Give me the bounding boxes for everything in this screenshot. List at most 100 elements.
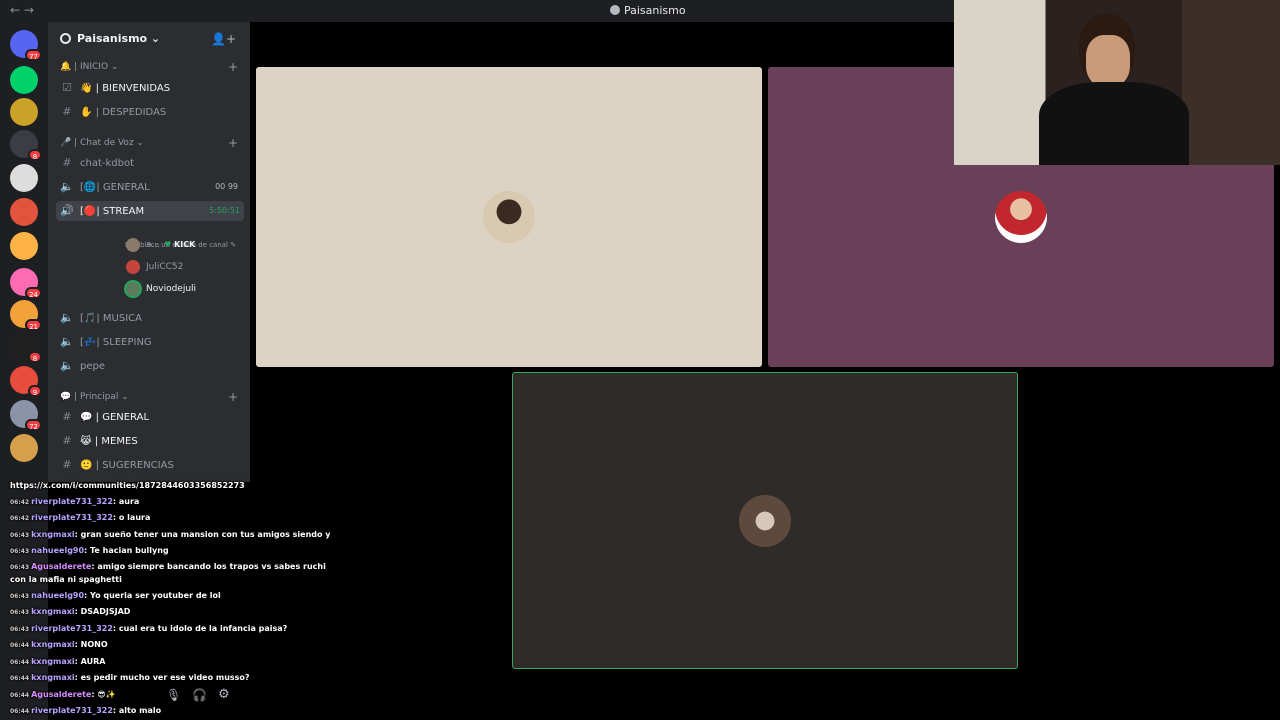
- settings-gear-icon[interactable]: ⚙: [218, 687, 230, 702]
- add-channel-icon[interactable]: +: [228, 60, 238, 74]
- avatar: [739, 494, 791, 547]
- server-icon[interactable]: 24: [10, 268, 42, 299]
- chat-text: : Yo queria ser youtuber de lol: [84, 590, 221, 600]
- chat-username: nahueelg90: [31, 546, 85, 555]
- chat-message: 06:42 riverplate731_322: o laura: [0, 510, 330, 527]
- participant-tile-speaking[interactable]: [512, 372, 1018, 669]
- microphone-icon[interactable]: 🎙: [166, 688, 181, 702]
- chat-timestamp: 06:44: [10, 642, 30, 649]
- voice-member[interactable]: Noviodejuli: [126, 281, 196, 297]
- voice-member[interactable]: a...KICK: [126, 237, 195, 253]
- hash-icon: #: [62, 105, 72, 118]
- server-icon[interactable]: 21: [10, 300, 42, 331]
- chat-message: 06:43 riverplate731_322: cual era tu idol…: [0, 621, 330, 638]
- server-icon[interactable]: 8: [10, 332, 42, 363]
- speaker-icon: 🔈: [60, 335, 74, 348]
- chat-timestamp: 06:43: [10, 531, 30, 539]
- server-icon[interactable]: 9: [10, 366, 42, 397]
- speaker-icon: 🔈: [60, 180, 74, 193]
- avatar: [126, 281, 140, 296]
- server-icon[interactable]: 77: [10, 30, 42, 61]
- chat-timestamp: 06:42: [10, 498, 30, 506]
- channel-sugerencias[interactable]: # 🙂 | SUGERENCIAS: [56, 455, 244, 475]
- invite-icon[interactable]: 👤+: [211, 32, 236, 46]
- server-icon[interactable]: [10, 434, 38, 462]
- chat-timestamp: 06:43: [10, 563, 30, 571]
- chat-username: riverplate731_322: [31, 496, 113, 506]
- server-icon[interactable]: [10, 98, 38, 126]
- channel-pepe[interactable]: 🔈 pepe: [56, 356, 244, 376]
- unread-badge: 8: [28, 351, 42, 363]
- add-channel-icon[interactable]: +: [228, 136, 238, 150]
- chat-message: 06:44 kxngmaxi: AURA: [0, 654, 330, 671]
- chat-username: kxngmaxi: [31, 607, 75, 616]
- server-settings-icon: [60, 33, 71, 44]
- unread-badge: 8: [28, 149, 42, 161]
- chat-timestamp: 06:44: [10, 675, 30, 682]
- channel-bienvenidas[interactable]: ☑ 👋 | BIENVENIDAS: [56, 78, 244, 98]
- channel-chat-kdbot[interactable]: # chat-kdbot: [56, 153, 244, 173]
- channel-sidebar: Paisanismo ⌄ 👤+ 🔔 | INICIO ⌄ + ☑ 👋 | BIENV…: [48, 22, 250, 482]
- server-icon[interactable]: 8: [10, 130, 42, 161]
- channel-sleeping[interactable]: 🔈 [💤| SLEEPING: [56, 332, 244, 352]
- server-icon[interactable]: [10, 164, 38, 192]
- window-title: Paisanismo: [610, 4, 686, 17]
- chat-message: 06:43 kxngmaxi: DSADJSJAD: [0, 604, 330, 621]
- server-icon[interactable]: [10, 198, 38, 226]
- headphones-icon[interactable]: 🎧: [192, 688, 207, 702]
- chat-text: : AURA: [74, 656, 106, 666]
- channel-memes[interactable]: # 😹 | MEMES: [56, 431, 244, 451]
- chat-text: : aura: [112, 496, 140, 506]
- channel-despedidas[interactable]: # ✋ | DESPEDIDAS: [56, 102, 244, 122]
- server-header[interactable]: Paisanismo ⌄ 👤+: [48, 22, 250, 56]
- server-icon: [610, 5, 620, 15]
- voice-member[interactable]: JuliCC52: [126, 259, 183, 275]
- chat-username: nahueelg90: [31, 590, 85, 600]
- chat-message: 06:44 kxngmaxi: NONO: [0, 637, 330, 654]
- hash-icon: #: [62, 434, 72, 447]
- chat-timestamp: 06:44: [10, 658, 30, 666]
- unread-badge: 24: [25, 287, 42, 299]
- channel-stream[interactable]: 🔊 [🔴| STREAM 5:50:51: [56, 201, 244, 221]
- unread-badge: 72: [25, 419, 42, 431]
- category-voz[interactable]: 🎤 | Chat de Voz ⌄ +: [60, 136, 238, 150]
- chat-message: 06:43 nahueelg90: Te hacian bullyng: [0, 543, 330, 560]
- chat-text: : NONO: [74, 640, 108, 649]
- chat-timestamp: 06:43: [10, 609, 30, 616]
- avatar: [126, 259, 140, 274]
- chat-username: riverplate731_322: [31, 513, 113, 522]
- chat-text: : cual era tu idolo de la infancia paisa…: [112, 623, 288, 633]
- server-icon[interactable]: [10, 232, 38, 260]
- chat-timestamp: 06:43: [10, 625, 30, 633]
- category-principal[interactable]: 💬 | Principal ⌄ +: [60, 390, 238, 404]
- back-forward-nav[interactable]: ← →: [10, 3, 34, 17]
- avatar: [995, 191, 1047, 243]
- chat-text: https://x.com/i/communities/187284460335…: [10, 481, 245, 490]
- user-count: 00 99: [215, 182, 238, 191]
- streamer-webcam: [954, 0, 1280, 165]
- chat-text: : o laura: [112, 513, 151, 522]
- channel-general-text[interactable]: # 💬 | GENERAL: [56, 407, 244, 427]
- stream-timer: 5:50:51: [209, 206, 240, 215]
- chat-timestamp: 06:43: [10, 548, 30, 555]
- unread-badge: 9: [28, 385, 42, 397]
- stage-icon: 🔈: [60, 359, 74, 372]
- chat-username: kxngmaxi: [31, 656, 75, 666]
- server-icon[interactable]: 72: [10, 400, 42, 431]
- speaker-icon: 🔈: [60, 311, 74, 324]
- chat-text: : gran sueño tener una mansion con tus a…: [74, 529, 330, 539]
- server-name: Paisanismo ⌄: [77, 32, 161, 45]
- chat-message: 06:42 riverplate731_322: aura: [0, 494, 330, 511]
- add-channel-icon[interactable]: +: [228, 390, 238, 404]
- unread-badge: 77: [25, 49, 42, 61]
- server-icon[interactable]: [10, 66, 38, 94]
- chat-username: riverplate731_322: [31, 623, 113, 633]
- chat-timestamp: 06:42: [10, 515, 30, 522]
- channel-musica[interactable]: 🔈 [🎵| MUSICA: [56, 308, 244, 328]
- category-inicio[interactable]: 🔔 | INICIO ⌄ +: [60, 60, 238, 74]
- chat-text: : Te hacian bullyng: [84, 546, 169, 555]
- participant-tile[interactable]: [256, 67, 762, 367]
- unread-badge: 21: [25, 319, 42, 331]
- channel-general-voice[interactable]: 🔈 [🌐| GENERAL 00 99: [56, 177, 244, 197]
- chat-text: : DSADJSJAD: [74, 607, 131, 616]
